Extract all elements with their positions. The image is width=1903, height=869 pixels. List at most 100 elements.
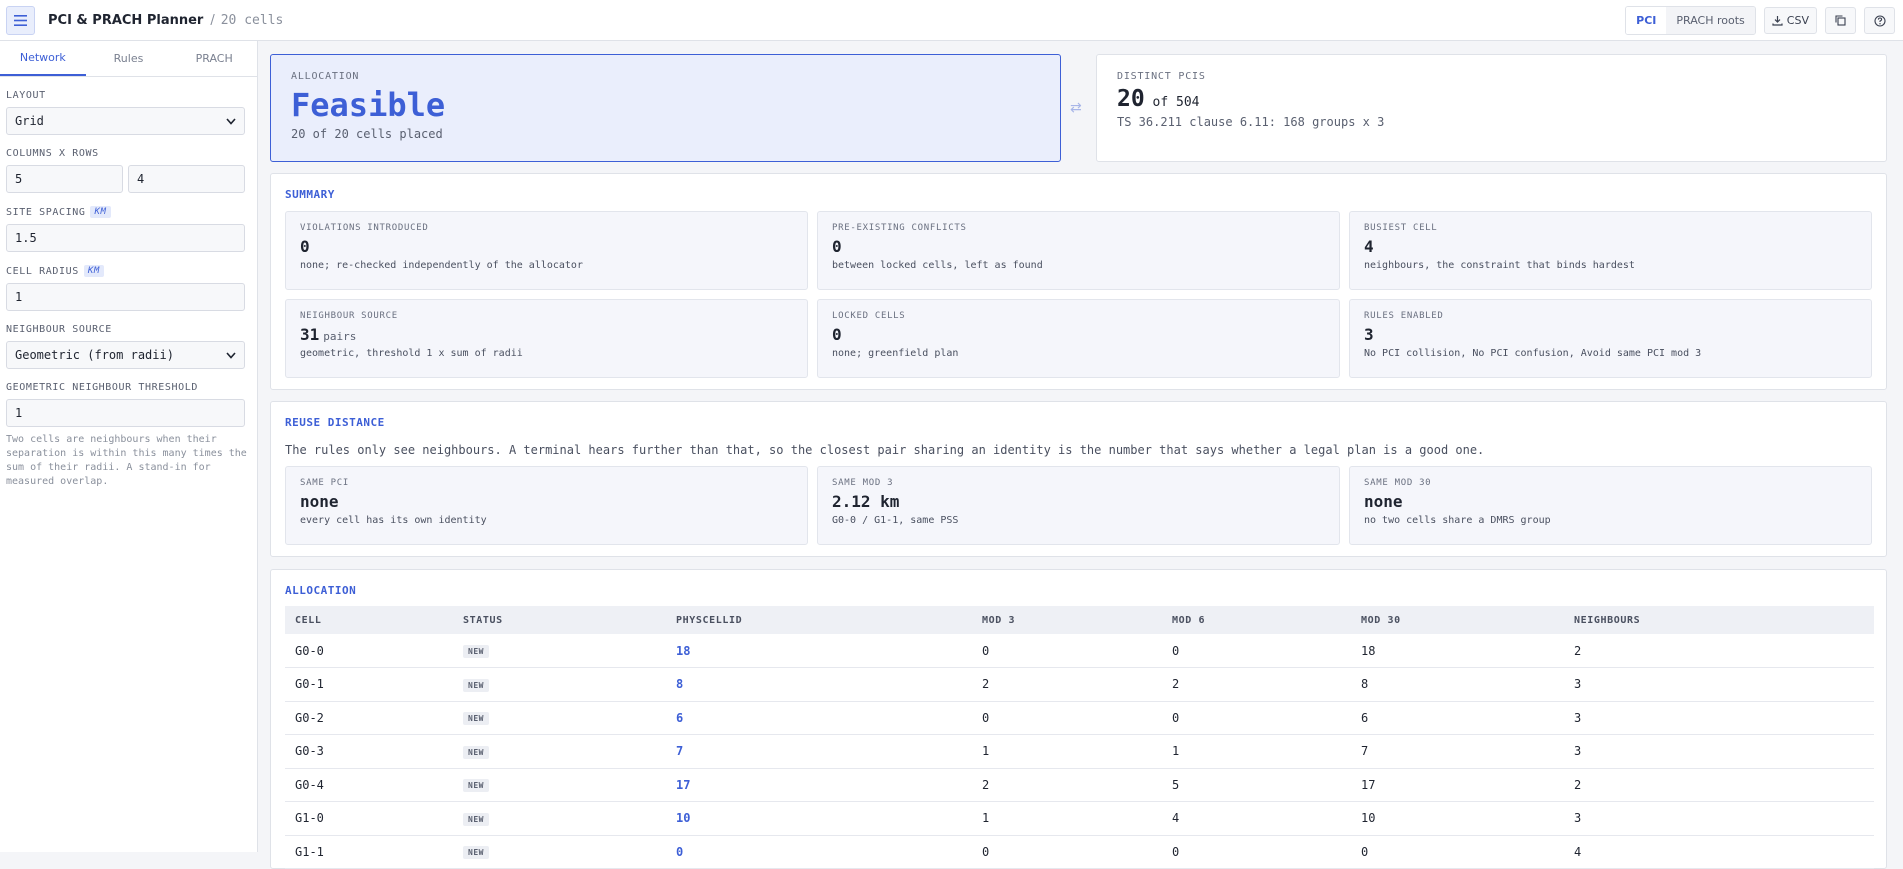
card-value-number: 31 [300,325,320,344]
column-header[interactable]: MOD 3 [972,606,1162,634]
neighbours-value: 3 [1564,734,1874,769]
allocation-status: Feasible [291,86,446,124]
cell-id: G0-4 [285,768,453,802]
cell-radius-input[interactable]: 1 [6,283,245,311]
card-value: none [300,492,339,511]
pci-value: 17 [666,768,972,802]
download-icon [1772,16,1783,26]
cols-rows-label-text: COLUMNS X ROWS [6,148,99,159]
cell-id: G0-1 [285,667,453,702]
swap-icon: ⇄ [1070,100,1082,116]
neighbour-source-select[interactable]: Geometric (from radii) [6,341,245,369]
pci-link[interactable]: 18 [676,644,690,658]
distinct-of: of 504 [1152,95,1200,110]
status-cell: NEW [453,768,666,802]
card-value: 2.12 km [832,492,900,511]
status-cell: NEW [453,634,666,668]
mode-prach-button[interactable]: PRACH roots [1666,7,1755,34]
column-header[interactable]: PHYSCELLID [666,606,972,634]
card-note: none; greenfield plan [832,348,959,359]
mod6-value: 5 [1162,768,1351,802]
mod6-value: 0 [1162,701,1351,735]
table-row[interactable]: G0-4 NEW 17 2 5 17 2 [285,768,1874,802]
card-note: No PCI collision, No PCI confusion, Avoi… [1364,348,1702,359]
pci-link[interactable]: 17 [676,778,690,792]
mod30-value: 7 [1351,734,1564,769]
pci-link[interactable]: 10 [676,811,690,825]
summary-card: LOCKED CELLS 0 none; greenfield plan [817,299,1340,378]
layout-select[interactable]: Grid [6,107,245,135]
card-unit: pairs [323,330,357,343]
card-value-number: 0 [832,237,842,256]
pci-link[interactable]: 8 [676,677,683,691]
table-row[interactable]: G1-0 NEW 10 1 4 10 3 [285,801,1874,836]
summary-card: NEIGHBOUR SOURCE 31 pairs geometric, thre… [285,299,808,378]
card-kicker: NEIGHBOUR SOURCE [300,311,398,321]
column-header[interactable]: MOD 6 [1162,606,1351,634]
cell-radius-label-text: CELL RADIUS [6,265,79,277]
allocation-table: CELL STATUS PHYSCELLID MOD 3 MOD 6 MOD 3… [285,606,1874,869]
allocation-kicker: ALLOCATION [291,71,360,82]
help-button[interactable] [1864,7,1895,34]
column-header[interactable]: MOD 30 [1351,606,1564,634]
table-row[interactable]: G0-3 NEW 7 1 1 7 3 [285,734,1874,769]
column-header[interactable]: STATUS [453,606,666,634]
cell-radius-label: CELL RADIUS KM [6,265,257,277]
card-value: 0 [300,237,793,256]
mod3-value: 2 [972,768,1162,802]
table-row[interactable]: G0-2 NEW 6 0 0 6 3 [285,701,1874,735]
summary-card: BUSIEST CELL 4 neighbours, the constrain… [1349,211,1872,290]
card-value-number: 0 [300,237,310,256]
allocation-hero: ALLOCATION Feasible 20 of 20 cells place… [270,54,1061,162]
mode-pci-button[interactable]: PCI [1626,7,1667,34]
status-badge: NEW [463,712,489,726]
table-header-row: CELL STATUS PHYSCELLID MOD 3 MOD 6 MOD 3… [285,606,1874,634]
neighbours-value: 2 [1564,634,1874,668]
allocation-panel: ALLOCATION CELL STATUS PHYSCELLID MOD 3 … [270,569,1887,869]
layout-label-text: LAYOUT [6,90,46,101]
threshold-input[interactable]: 1 [6,399,245,427]
card-value: 0 [832,325,1325,344]
card-note: geometric, threshold 1 x sum of radii [300,348,523,359]
column-header[interactable]: CELL [285,606,453,634]
table-row[interactable]: G0-0 NEW 18 0 0 18 2 [285,634,1874,668]
neighbour-source-value: Geometric (from radii) [15,348,174,362]
tab-prach[interactable]: PRACH [171,41,257,76]
rows-input[interactable]: 4 [128,165,245,193]
pci-value: 7 [666,734,972,769]
table-row[interactable]: G0-1 NEW 8 2 2 8 3 [285,667,1874,702]
status-cell: NEW [453,734,666,769]
column-header[interactable]: NEIGHBOURS [1564,606,1874,634]
summary-grid: VIOLATIONS INTRODUCED 0 none; re-checked… [285,211,1872,378]
tab-rules[interactable]: Rules [86,41,172,76]
distinct-pcis-hero: DISTINCT PCIS 20 of 504 TS 36.211 clause… [1096,54,1887,162]
pci-link[interactable]: 6 [676,711,683,725]
card-kicker: RULES ENABLED [1364,311,1444,321]
copy-icon [1835,15,1846,26]
card-kicker: VIOLATIONS INTRODUCED [300,223,429,233]
tab-network[interactable]: Network [0,41,86,76]
menu-button[interactable] [6,5,35,35]
mod30-value: 18 [1351,634,1564,668]
layout-label: LAYOUT [6,90,257,101]
columns-input[interactable]: 5 [6,165,123,193]
mod30-value: 6 [1351,701,1564,735]
mod3-value: 0 [972,634,1162,668]
pci-link[interactable]: 7 [676,744,683,758]
copy-button[interactable] [1825,7,1856,34]
csv-label: CSV [1786,14,1809,27]
mod6-value: 1 [1162,734,1351,769]
card-kicker: BUSIEST CELL [1364,223,1438,233]
allocation-table-title: ALLOCATION [285,584,357,597]
status-cell: NEW [453,801,666,836]
site-spacing-label-text: SITE SPACING [6,206,86,218]
breadcrumb-separator: / [210,12,215,28]
status-badge: NEW [463,779,489,793]
mod30-value: 8 [1351,667,1564,702]
csv-export-button[interactable]: CSV [1763,7,1817,34]
chevron-down-icon [226,117,236,125]
card-kicker: SAME MOD 3 [832,478,894,488]
site-spacing-input[interactable]: 1.5 [6,224,245,252]
summary-card: RULES ENABLED 3 No PCI collision, No PCI… [1349,299,1872,378]
pci-value: 10 [666,801,972,836]
